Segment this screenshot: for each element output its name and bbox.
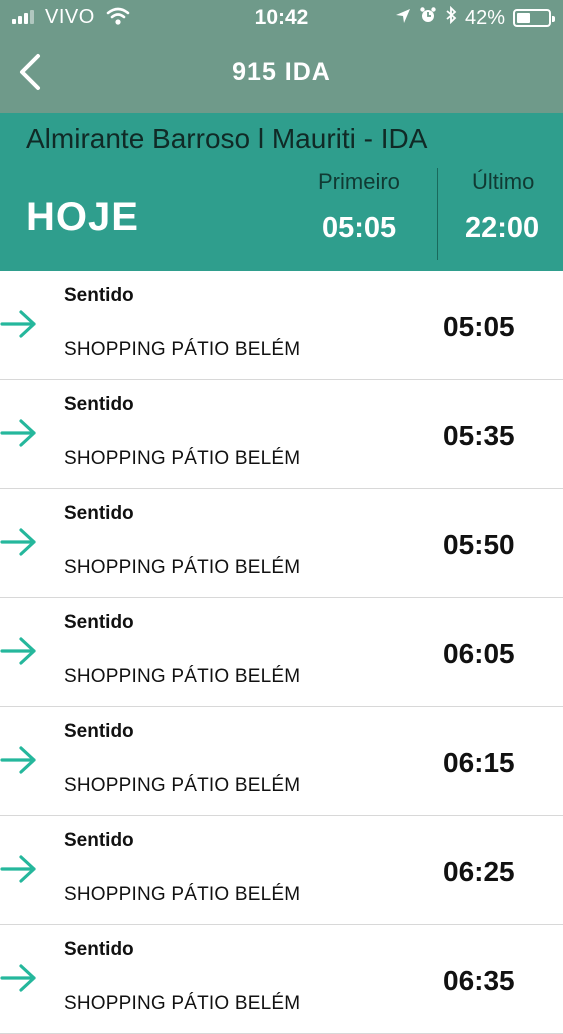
departure-time: 05:35: [443, 420, 515, 451]
destination: SHOPPING PÁTIO BELÉM: [64, 775, 301, 796]
destination: SHOPPING PÁTIO BELÉM: [64, 884, 301, 905]
list-item[interactable]: Sentido SHOPPING PÁTIO BELÉM 05:35: [0, 380, 563, 489]
battery-icon: [513, 9, 555, 27]
arrow-right-icon: [0, 854, 40, 884]
divider: [437, 168, 438, 260]
destination: SHOPPING PÁTIO BELÉM: [64, 448, 301, 469]
arrow-right-icon: [0, 527, 40, 557]
list-item[interactable]: Sentido SHOPPING PÁTIO BELÉM 06:35: [0, 925, 563, 1034]
direction-label: Sentido: [64, 503, 134, 524]
arrow-right-icon: [0, 418, 40, 448]
alarm-icon: [419, 6, 437, 30]
battery-percent: 42%: [464, 6, 505, 29]
arrow-right-icon: [0, 636, 40, 666]
list-item[interactable]: Sentido SHOPPING PÁTIO BELÉM 05:05: [0, 271, 563, 380]
direction-label: Sentido: [64, 285, 134, 306]
departure-time: 06:35: [443, 965, 515, 996]
arrow-right-icon: [0, 745, 40, 775]
destination: SHOPPING PÁTIO BELÉM: [64, 666, 301, 687]
destination: SHOPPING PÁTIO BELÉM: [64, 993, 301, 1014]
direction-label: Sentido: [64, 612, 134, 633]
schedule-summary: Almirante Barroso l Mauriti - IDA HOJE P…: [0, 113, 563, 271]
direction-label: Sentido: [64, 394, 134, 415]
list-item[interactable]: Sentido SHOPPING PÁTIO BELÉM 06:05: [0, 598, 563, 707]
direction-label: Sentido: [64, 721, 134, 742]
departure-time: 05:50: [443, 529, 515, 560]
direction-label: Sentido: [64, 939, 134, 960]
first-departure-label: Primeiro: [318, 169, 400, 194]
departure-time: 05:05: [443, 311, 515, 342]
departure-time: 06:25: [443, 856, 515, 887]
first-departure-time: 05:05: [322, 212, 397, 244]
list-item[interactable]: Sentido SHOPPING PÁTIO BELÉM 06:25: [0, 816, 563, 925]
list-item[interactable]: Sentido SHOPPING PÁTIO BELÉM 06:15: [0, 707, 563, 816]
destination: SHOPPING PÁTIO BELÉM: [64, 557, 301, 578]
bluetooth-icon: [445, 5, 457, 30]
arrow-right-icon: [0, 309, 40, 339]
list-item[interactable]: Sentido SHOPPING PÁTIO BELÉM 05:50: [0, 489, 563, 598]
departure-list: Sentido SHOPPING PÁTIO BELÉM 05:05 Senti…: [0, 271, 563, 1034]
direction-label: Sentido: [64, 830, 134, 851]
day-label: HOJE: [26, 195, 139, 239]
page-title: 915 IDA: [232, 58, 331, 86]
status-bar: VIVO 10:42 42%: [0, 0, 563, 36]
departure-time: 06:05: [443, 638, 515, 669]
destination: SHOPPING PÁTIO BELÉM: [64, 339, 301, 360]
last-departure-label: Último: [472, 169, 535, 194]
departure-time: 06:15: [443, 747, 515, 778]
arrow-right-icon: [0, 963, 40, 993]
location-icon: [395, 7, 411, 30]
last-departure-time: 22:00: [465, 212, 540, 244]
route-name: Almirante Barroso l Mauriti - IDA: [26, 123, 428, 154]
